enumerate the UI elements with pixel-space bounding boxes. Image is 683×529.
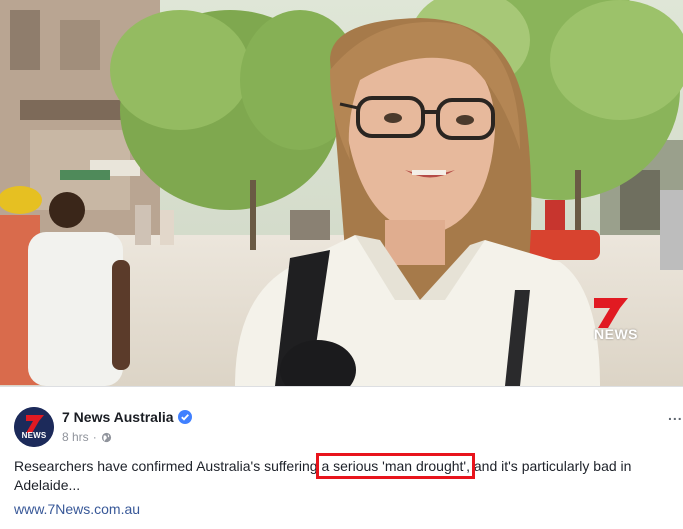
verified-badge-icon [178, 410, 192, 424]
page-name-link[interactable]: 7 News Australia [62, 409, 174, 425]
meta-separator: · [92, 430, 97, 444]
post-card: NEWS 7 News Australia 8 hrs · ... Resear… [0, 387, 683, 529]
logo-text: NEWS [594, 326, 638, 342]
avatar[interactable]: NEWS [14, 407, 54, 447]
post-time-link[interactable]: 8 hrs [62, 430, 89, 444]
post-message: Researchers have confirmed Australia's s… [14, 453, 654, 495]
globe-icon[interactable] [101, 432, 112, 443]
more-options-icon[interactable]: ... [668, 407, 683, 423]
post-text-before: Researchers have confirmed Australia's s… [14, 458, 322, 474]
article-link[interactable]: www.7News.com.au [14, 501, 140, 517]
video-frame[interactable]: NEWS [0, 0, 683, 387]
post-meta: 8 hrs · [62, 430, 112, 444]
avatar-text: NEWS [21, 431, 47, 440]
video-still [0, 0, 683, 386]
seven-news-logo: NEWS [590, 296, 654, 348]
highlighted-phrase: a serious 'man drought', [316, 453, 475, 479]
seven-logo-icon [594, 298, 628, 328]
avatar-seven-icon [14, 407, 54, 447]
